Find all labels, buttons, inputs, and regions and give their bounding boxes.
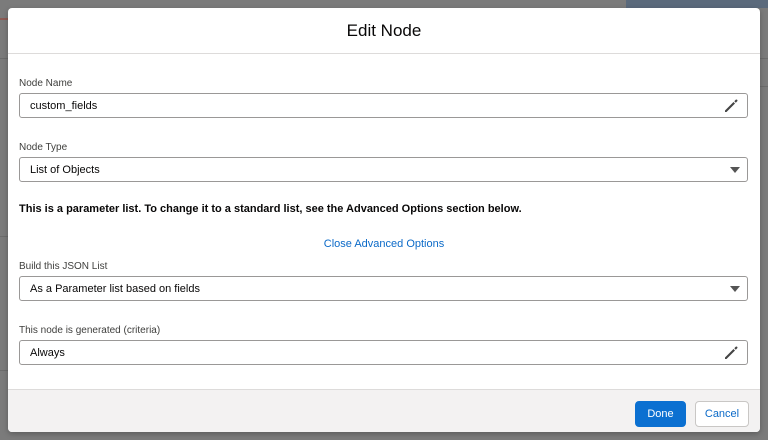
modal-body: Node Name custom_fields Node Type List o… [8, 55, 760, 389]
json-list-label: Build this JSON List [19, 261, 108, 272]
pencil-icon[interactable] [722, 97, 740, 115]
caret-down-icon [730, 285, 740, 292]
node-name-value: custom_fields [30, 99, 98, 112]
node-name-input[interactable]: custom_fields [19, 93, 748, 118]
modal-footer: Done Cancel [8, 389, 760, 432]
modal-header: Edit Node [8, 8, 760, 54]
criteria-value: Always [30, 346, 65, 359]
json-list-value: As a Parameter list based on fields [30, 282, 200, 295]
caret-down-icon [730, 166, 740, 173]
json-list-select[interactable]: As a Parameter list based on fields [19, 276, 748, 301]
modal-title: Edit Node [346, 20, 422, 40]
criteria-input[interactable]: Always [19, 340, 748, 365]
background-divider [760, 58, 768, 59]
background-divider [0, 236, 8, 237]
pencil-icon[interactable] [722, 344, 740, 362]
background-divider [0, 58, 8, 59]
close-advanced-options-link[interactable]: Close Advanced Options [8, 238, 760, 250]
background-header-block [626, 0, 768, 8]
done-button[interactable]: Done [635, 401, 686, 427]
background-divider [0, 370, 8, 371]
edit-node-modal: Edit Node Node Name custom_fields Node T… [8, 8, 760, 432]
cancel-button[interactable]: Cancel [695, 401, 749, 427]
node-type-select[interactable]: List of Objects [19, 157, 748, 182]
parameter-list-notice: This is a parameter list. To change it t… [19, 203, 522, 215]
background-divider [760, 86, 768, 87]
node-type-label: Node Type [19, 142, 68, 153]
node-name-label: Node Name [19, 78, 73, 89]
node-type-value: List of Objects [30, 163, 100, 176]
criteria-label: This node is generated (criteria) [19, 325, 161, 336]
